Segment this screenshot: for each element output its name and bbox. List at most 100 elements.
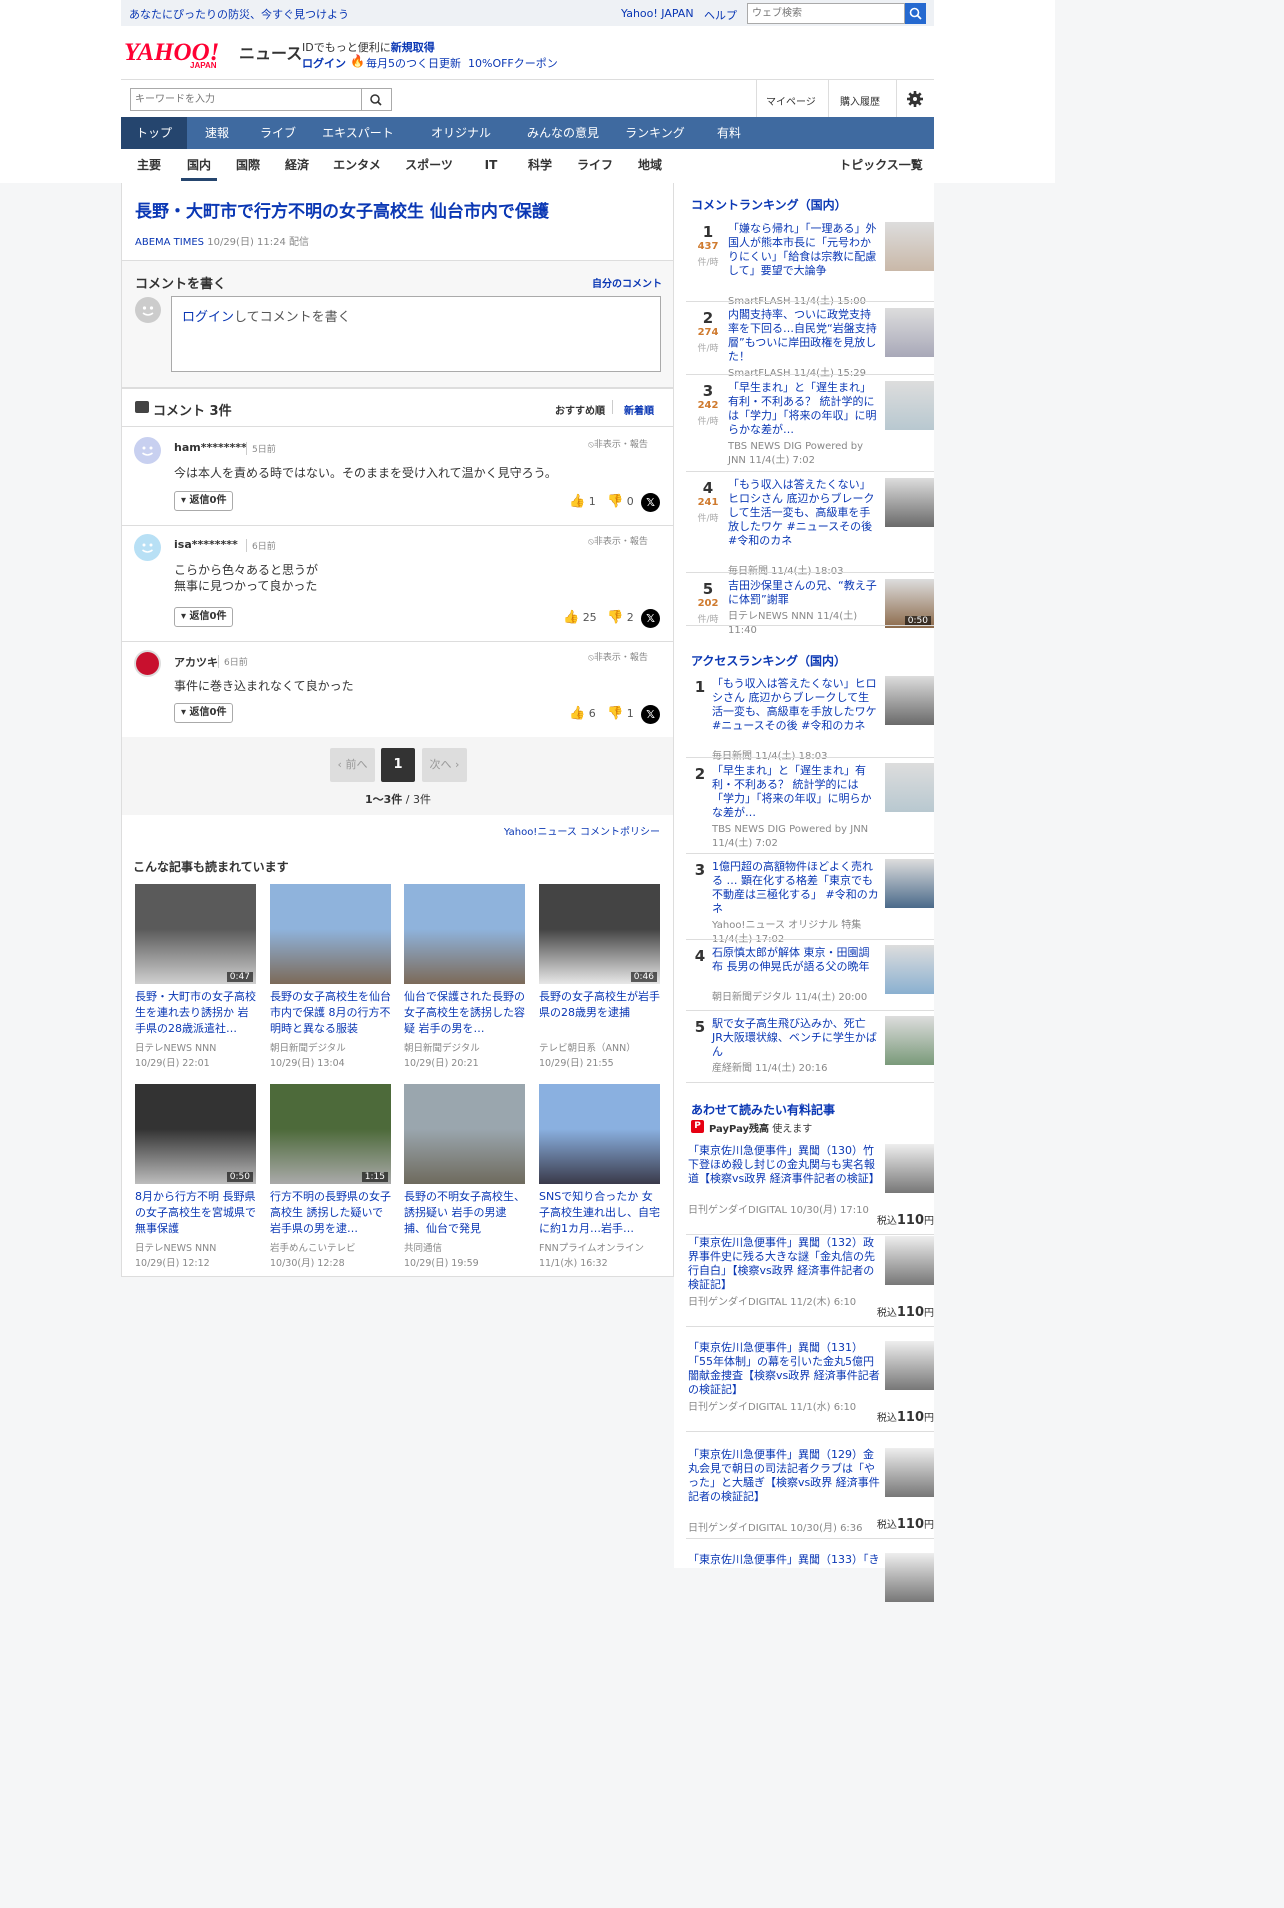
comment-textarea[interactable]: ログインしてコメントを書く xyxy=(171,296,661,372)
article-source[interactable]: ABEMA TIMES xyxy=(135,237,204,248)
nav-item-top[interactable]: トップ xyxy=(121,117,187,149)
nav-item-original[interactable]: オリジナル xyxy=(407,117,515,149)
related-thumbnail[interactable]: 1:15 xyxy=(270,1084,391,1184)
login-link[interactable]: ログイン xyxy=(302,55,346,71)
category-sports[interactable]: スポーツ xyxy=(398,150,460,181)
dislike-button[interactable]: 👎 1 xyxy=(607,706,634,721)
my-comments-link[interactable]: 自分のコメント xyxy=(592,275,662,290)
paid-thumbnail[interactable] xyxy=(885,1144,934,1193)
mypage-link[interactable]: マイページ xyxy=(766,93,816,108)
related-thumbnail[interactable]: 0:50 xyxy=(135,1084,256,1184)
paid-article-title[interactable]: 「東京佐川急便事件」異聞（131）「55年体制」の幕を引いた金丸5億円闇献金捜査… xyxy=(688,1341,880,1397)
rank-title[interactable]: 「もう収入は答えたくない」ヒロシさん 底辺からブレークして生活一変も、高級車を手… xyxy=(712,677,880,733)
rank-thumbnail[interactable] xyxy=(885,1016,934,1065)
nav-item-ranking[interactable]: ランキング xyxy=(611,117,699,149)
rank-title[interactable]: 吉田沙保里さんの兄、“教え子に体罰”謝罪 xyxy=(728,579,880,607)
sort-recommended[interactable]: おすすめ順 xyxy=(555,402,605,417)
rank-thumbnail[interactable] xyxy=(885,222,934,271)
pager-prev[interactable]: ‹ 前へ xyxy=(330,748,375,782)
rank-thumbnail[interactable] xyxy=(885,763,934,812)
web-search-input[interactable] xyxy=(747,3,905,24)
reply-toggle-button[interactable]: ▾ 返信0件 xyxy=(174,607,234,627)
rank-thumbnail[interactable] xyxy=(885,381,934,430)
related-title[interactable]: 長野の不明女子高校生、誘拐疑い 岩手の男逮捕、仙台で発見 xyxy=(404,1189,527,1237)
category-entertainment[interactable]: エンタメ xyxy=(328,150,386,181)
hide-report-link[interactable]: ⦸非表示・報告 xyxy=(588,650,648,663)
promo-link[interactable]: あなたにぴったりの防災、今すぐ見つけよう xyxy=(129,6,349,22)
related-thumbnail[interactable]: 0:47 xyxy=(135,884,256,984)
pager-current-page[interactable]: 1 xyxy=(381,748,415,782)
settings-button[interactable] xyxy=(906,90,924,108)
like-button[interactable]: 👍 25 xyxy=(563,610,597,625)
related-title[interactable]: 仙台で保護された長野の女子高校生を誘拐した容疑 岩手の男を… xyxy=(404,989,527,1037)
category-it[interactable]: IT xyxy=(473,150,509,181)
purchase-history-link[interactable]: 購入履歴 xyxy=(840,93,880,108)
rank-thumbnail[interactable] xyxy=(885,945,934,994)
keyword-search-button[interactable] xyxy=(362,88,392,111)
comment-username[interactable]: ham******** xyxy=(174,441,247,454)
sort-newest[interactable]: 新着順 xyxy=(624,402,654,417)
category-science[interactable]: 科学 xyxy=(520,150,560,181)
hide-report-link[interactable]: ⦸非表示・報告 xyxy=(588,437,648,450)
related-thumbnail[interactable]: 0:46 xyxy=(539,884,660,984)
coupon-link[interactable]: 10%OFFクーポン xyxy=(468,55,558,71)
comment-login-link[interactable]: ログイン xyxy=(182,310,234,325)
nav-item-opinions[interactable]: みんなの意見 xyxy=(515,117,611,149)
pager-next[interactable]: 次へ › xyxy=(422,748,467,782)
paid-thumbnail[interactable] xyxy=(885,1236,934,1285)
reply-toggle-button[interactable]: ▾ 返信0件 xyxy=(174,491,234,511)
comment-username[interactable]: isa******** xyxy=(174,538,238,551)
rank-title[interactable]: 「嫌なら帰れ」「一理ある」外国人が熊本市長に「元号わかりにくい」「給食は宗教に配… xyxy=(728,222,880,278)
share-x-button[interactable]: 𝕏 xyxy=(641,705,660,724)
related-title[interactable]: SNSで知り合ったか 女子高校生連れ出し、自宅に約1カ月…岩手… xyxy=(539,1189,662,1237)
keyword-search-input[interactable] xyxy=(130,88,362,111)
dislike-button[interactable]: 👎 2 xyxy=(607,610,634,625)
related-title[interactable]: 長野・大町市の女子高校生を連れ去り誘拐か 岩手県の28歳派遣社… xyxy=(135,989,258,1037)
like-button[interactable]: 👍 1 xyxy=(569,494,596,509)
rank-thumbnail[interactable] xyxy=(885,676,934,725)
article-title[interactable]: 長野・大町市で行方不明の女子高校生 仙台市内で保護 xyxy=(135,197,549,222)
paid-article-title[interactable]: 「東京佐川急便事件」異聞（133）「き xyxy=(688,1553,880,1567)
related-title[interactable]: 長野の女子高校生が岩手県の28歳男を逮捕 xyxy=(539,989,662,1037)
paid-article-title[interactable]: 「東京佐川急便事件」異聞（130）竹下登ほめ殺し封じの金丸関与も実名報道【検察v… xyxy=(688,1144,880,1186)
rank-title[interactable]: 1億円超の高額物件ほどよく売れる … 顕在化する格差「東京でも不動産は三極化する… xyxy=(712,860,880,916)
rank-thumbnail[interactable] xyxy=(885,859,934,908)
paid-article-title[interactable]: 「東京佐川急便事件」異聞（129）金丸会見で朝日の司法記者クラブは「やった」と大… xyxy=(688,1448,880,1504)
rank-title[interactable]: 「もう収入は答えたくない」ヒロシさん 底辺からブレークして生活一変も、高級車を手… xyxy=(728,478,880,548)
signup-link[interactable]: 新規取得 xyxy=(391,41,435,54)
campaign-link[interactable]: 毎月5のつく日更新 xyxy=(366,55,461,71)
related-thumbnail[interactable] xyxy=(270,884,391,984)
topics-list-link[interactable]: トピックス一覧 xyxy=(834,150,928,181)
reply-toggle-button[interactable]: ▾ 返信0件 xyxy=(174,703,234,723)
share-x-button[interactable]: 𝕏 xyxy=(641,609,660,628)
yahoo-logo[interactable]: YAHOO! JAPAN xyxy=(124,38,238,70)
paid-thumbnail[interactable] xyxy=(885,1448,934,1497)
yahoo-japan-link[interactable]: Yahoo! JAPAN xyxy=(621,7,694,20)
rank-thumbnail[interactable]: 0:50 xyxy=(885,579,934,628)
category-economy[interactable]: 経済 xyxy=(278,150,316,181)
web-search-button[interactable] xyxy=(905,3,926,24)
comment-policy-link[interactable]: Yahoo!ニュース コメントポリシー xyxy=(504,823,660,838)
like-button[interactable]: 👍 6 xyxy=(569,706,596,721)
rank-title[interactable]: 駅で女子高生飛び込みか、死亡 JR大阪環状線、ベンチに学生かばん xyxy=(712,1017,880,1059)
related-thumbnail[interactable] xyxy=(404,1084,525,1184)
rank-title[interactable]: 「早生まれ」と「遅生まれ」有利・不利ある？ 統計学的には「学力」「将来の年収」に… xyxy=(728,381,880,437)
nav-item-expert[interactable]: エキスパート xyxy=(309,117,407,149)
related-thumbnail[interactable] xyxy=(539,1084,660,1184)
related-title[interactable]: 行方不明の長野県の女子高校生 誘拐した疑いで岩手県の男を逮… xyxy=(270,1189,393,1237)
comment-username[interactable]: アカツキ xyxy=(174,654,218,670)
share-x-button[interactable]: 𝕏 xyxy=(641,493,660,512)
related-thumbnail[interactable] xyxy=(404,884,525,984)
dislike-button[interactable]: 👎 0 xyxy=(607,494,634,509)
rank-title[interactable]: 内閣支持率、ついに政党支持率を下回る…自民党“岩盤支持層”もついに岸田政権を見放… xyxy=(728,308,880,364)
related-title[interactable]: 8月から行方不明 長野県の女子高校生を宮城県で無事保護 xyxy=(135,1189,258,1237)
rank-title[interactable]: 石原慎太郎が解体 東京・田園調布 長男の伸晃氏が語る父の晩年 xyxy=(712,946,880,974)
category-domestic[interactable]: 国内 xyxy=(181,150,217,181)
paid-article-title[interactable]: 「東京佐川急便事件」異聞（132）政界事件史に残る大きな謎「金丸信の先行自白」【… xyxy=(688,1236,880,1292)
hide-report-link[interactable]: ⦸非表示・報告 xyxy=(588,534,648,547)
rank-title[interactable]: 「早生まれ」と「遅生まれ」有利・不利ある？ 統計学的には「学力」「将来の年収」に… xyxy=(712,764,880,820)
nav-item-live[interactable]: ライブ xyxy=(247,117,309,149)
nav-item-paid[interactable]: 有料 xyxy=(699,117,759,149)
category-international[interactable]: 国際 xyxy=(229,150,267,181)
paid-thumbnail[interactable] xyxy=(885,1553,934,1602)
